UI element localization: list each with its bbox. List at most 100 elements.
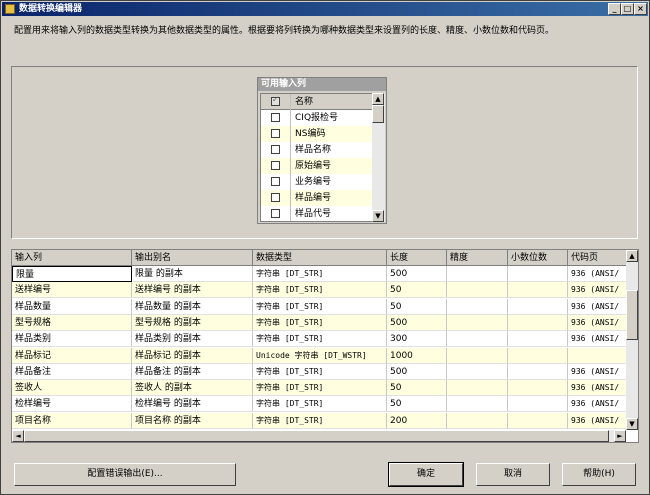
grid-cell[interactable]: 500 — [387, 314, 447, 331]
maximize-button[interactable]: □ — [621, 3, 634, 15]
scroll-down-arrow-icon[interactable]: ▼ — [372, 210, 384, 222]
grid-cell[interactable]: 50 — [387, 380, 447, 397]
column-checkbox[interactable] — [271, 209, 280, 218]
grid-row[interactable]: 检样编号 检样编号 的副本 字符串 [DT_STR] 50 936 (ANSI/ — [12, 396, 627, 413]
grid-cell[interactable]: 936 (ANSI/ — [568, 282, 627, 299]
available-column-item[interactable]: NS编码 — [261, 126, 372, 142]
grid-row[interactable]: 样品数量 样品数量 的副本 字符串 [DT_STR] 50 936 (ANSI/ — [12, 298, 627, 315]
column-checkbox[interactable] — [271, 177, 280, 186]
grid-cell[interactable]: 936 (ANSI/ — [568, 298, 627, 315]
grid-cell[interactable] — [447, 266, 508, 282]
grid-cell[interactable] — [447, 314, 508, 331]
grid-cell[interactable] — [447, 298, 508, 315]
grid-cell[interactable]: 样品类别 的副本 — [132, 331, 253, 348]
grid-cell[interactable] — [508, 331, 568, 348]
grid-cell[interactable]: 936 (ANSI/ — [568, 396, 627, 413]
help-button[interactable]: 帮助(H) — [562, 463, 636, 486]
grid-cell[interactable]: 500 — [387, 266, 447, 282]
grid-cell[interactable]: 50 — [387, 396, 447, 413]
grid-cell[interactable]: 字符串 [DT_STR] — [253, 282, 387, 299]
grid-vertical-scrollbar[interactable]: ▲ ▼ — [626, 250, 638, 430]
grid-cell[interactable]: 样品数量 — [12, 298, 132, 315]
grid-cell[interactable] — [508, 396, 568, 413]
grid-scroll-left-icon[interactable]: ◄ — [12, 430, 24, 442]
grid-cell[interactable] — [568, 347, 627, 364]
grid-cell[interactable]: 送样编号 的副本 — [132, 282, 253, 299]
grid-cell[interactable] — [447, 396, 508, 413]
column-checkbox[interactable] — [271, 113, 280, 122]
grid-cell[interactable]: 样品标记 的副本 — [132, 347, 253, 364]
grid-cell[interactable]: 300 — [387, 331, 447, 348]
grid-cell[interactable]: 限量 — [12, 266, 132, 282]
grid-cell[interactable]: 字符串 [DT_STR] — [253, 412, 387, 429]
close-button[interactable]: × — [634, 3, 647, 15]
grid-cell[interactable]: 200 — [387, 412, 447, 429]
grid-cell[interactable]: 936 (ANSI/ — [568, 412, 627, 429]
grid-cell[interactable]: 936 (ANSI/ — [568, 331, 627, 348]
column-checkbox-cell[interactable] — [261, 110, 291, 126]
scroll-thumb[interactable] — [372, 105, 384, 123]
available-column-item[interactable]: 业务编号 — [261, 174, 372, 190]
column-checkbox-cell[interactable] — [261, 206, 291, 221]
grid-cell[interactable]: 字符串 [DT_STR] — [253, 396, 387, 413]
grid-cell[interactable]: 字符串 [DT_STR] — [253, 331, 387, 348]
grid-cell[interactable]: 50 — [387, 282, 447, 299]
grid-cell[interactable]: 项目名称 — [12, 412, 132, 429]
grid-cell[interactable] — [508, 298, 568, 315]
grid-cell[interactable]: 签收人 的副本 — [132, 380, 253, 397]
select-all-checkbox[interactable]: ✓ — [271, 95, 280, 106]
grid-cell[interactable]: 样品备注 的副本 — [132, 363, 253, 380]
grid-cell[interactable] — [508, 347, 568, 364]
column-checkbox-cell[interactable] — [261, 126, 291, 142]
grid-row[interactable]: 签收人 签收人 的副本 字符串 [DT_STR] 50 936 (ANSI/ — [12, 380, 627, 397]
grid-cell[interactable]: 字符串 [DT_STR] — [253, 298, 387, 315]
grid-cell[interactable]: 936 (ANSI/ — [568, 380, 627, 397]
ok-button[interactable]: 确定 — [388, 462, 464, 487]
grid-cell[interactable] — [508, 412, 568, 429]
grid-cell[interactable]: 字符串 [DT_STR] — [253, 363, 387, 380]
grid-column-header[interactable]: 长度 — [387, 250, 447, 266]
grid-cell[interactable]: 1000 — [387, 347, 447, 364]
available-column-item[interactable]: 样品代号 — [261, 206, 372, 221]
minimize-button[interactable]: _ — [608, 3, 621, 15]
available-list-scrollbar[interactable]: ▲ ▼ — [372, 93, 385, 222]
grid-column-header[interactable]: 输出别名 — [132, 250, 253, 266]
grid-cell[interactable]: 型号规格 — [12, 314, 132, 331]
available-column-item[interactable]: 原始编号 — [261, 158, 372, 174]
scroll-up-arrow-icon[interactable]: ▲ — [372, 93, 384, 105]
available-column-item[interactable]: 样品名称 — [261, 142, 372, 158]
configure-error-output-button[interactable]: 配置错误输出(E)... — [14, 463, 236, 486]
available-column-item[interactable]: 样品编号 — [261, 190, 372, 206]
select-all-cell[interactable]: ✓ — [261, 94, 291, 110]
column-checkbox[interactable] — [271, 129, 280, 138]
grid-row[interactable]: 样品标记 样品标记 的副本 Unicode 字符串 [DT_WSTR] 1000 — [12, 347, 627, 364]
grid-cell[interactable]: 样品备注 — [12, 363, 132, 380]
grid-cell[interactable]: 样品类别 — [12, 331, 132, 348]
available-column-item[interactable]: CIQ报检号 — [261, 110, 372, 126]
grid-cell[interactable] — [447, 331, 508, 348]
grid-scroll-down-icon[interactable]: ▼ — [626, 418, 638, 430]
grid-cell[interactable]: 型号规格 的副本 — [132, 314, 253, 331]
title-bar[interactable]: 数据转换编辑器 _ □ × — [2, 2, 648, 16]
column-checkbox-cell[interactable] — [261, 142, 291, 158]
grid-cell[interactable]: 50 — [387, 298, 447, 315]
grid-cell[interactable] — [508, 314, 568, 331]
grid-scroll-right-icon[interactable]: ► — [614, 430, 626, 442]
grid-cell[interactable] — [508, 282, 568, 299]
grid-column-header[interactable]: 代码页 — [568, 250, 627, 266]
grid-cell[interactable] — [508, 266, 568, 282]
grid-cell[interactable] — [447, 282, 508, 299]
grid-cell[interactable]: 签收人 — [12, 380, 132, 397]
grid-row[interactable]: 型号规格 型号规格 的副本 字符串 [DT_STR] 500 936 (ANSI/ — [12, 314, 627, 331]
grid-cell[interactable]: 限量 的副本 — [132, 266, 253, 282]
grid-row[interactable]: 限量 限量 的副本 字符串 [DT_STR] 500 936 (ANSI/ — [12, 266, 627, 282]
grid-cell[interactable]: Unicode 字符串 [DT_WSTR] — [253, 347, 387, 364]
column-checkbox-cell[interactable] — [261, 174, 291, 190]
grid-cell[interactable]: 项目名称 的副本 — [132, 412, 253, 429]
grid-row[interactable]: 样品类别 样品类别 的副本 字符串 [DT_STR] 300 936 (ANSI/ — [12, 331, 627, 348]
grid-column-header[interactable]: 数据类型 — [253, 250, 387, 266]
grid-cell[interactable] — [447, 380, 508, 397]
column-checkbox[interactable] — [271, 161, 280, 170]
cancel-button[interactable]: 取消 — [476, 463, 550, 486]
grid-row[interactable]: 项目名称 项目名称 的副本 字符串 [DT_STR] 200 936 (ANSI/ — [12, 412, 627, 429]
